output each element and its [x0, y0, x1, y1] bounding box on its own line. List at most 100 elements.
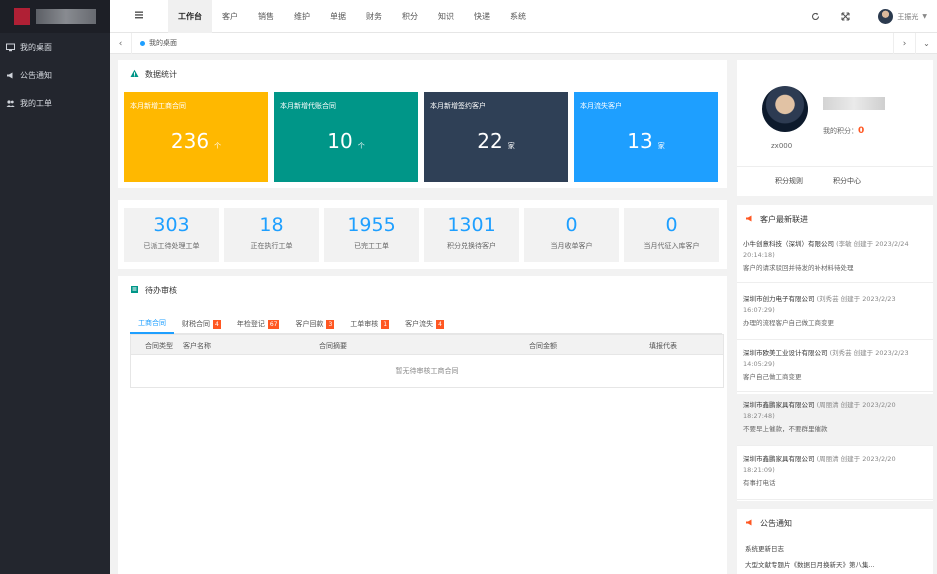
column-header[interactable]: 合同金额 — [529, 341, 557, 351]
grid-icon[interactable] — [134, 10, 144, 20]
notice-item[interactable]: 大型文献专题片《数据日月换新天》第八集... — [745, 559, 875, 569]
logo[interactable] — [0, 0, 110, 33]
count-pending-workorders[interactable]: 303 已派工待处理工单 — [124, 208, 219, 262]
tab-label: 我的桌面 — [149, 39, 177, 47]
score-label: 我的积分： — [823, 127, 858, 135]
top-nav-documents[interactable]: 单据 — [320, 0, 356, 33]
tab-customer-churn[interactable]: 客户流失 4 — [397, 314, 452, 334]
stat-card-new-customers[interactable]: 本月新增签约客户 22 家 — [424, 92, 568, 182]
points-center-link[interactable]: 积分中心 — [833, 176, 861, 186]
count-value: 1301 — [447, 214, 496, 236]
count-label: 积分兑换待客户 — [447, 242, 496, 250]
book-icon — [130, 285, 139, 296]
count-month-tax-collected[interactable]: 0 当月代征入库客户 — [624, 208, 719, 262]
chevron-down-icon[interactable]: ⌄ — [915, 33, 937, 54]
tab-customer-payment[interactable]: 客户回款 3 — [287, 314, 342, 334]
top-nav-customer[interactable]: 客户 — [212, 0, 248, 33]
user-name[interactable]: 王振光 — [897, 12, 918, 22]
count-points-exchange[interactable]: 1301 积分兑换待客户 — [424, 208, 519, 262]
avatar[interactable] — [762, 86, 808, 132]
score-value: 0 — [858, 126, 865, 136]
tab-annual-inspection[interactable]: 年检登记 67 — [229, 314, 288, 334]
count-month-collected[interactable]: 0 当月收单客户 — [524, 208, 619, 262]
company-name[interactable]: 深圳市创力电子有限公司 — [743, 295, 815, 303]
top-nav-finance[interactable]: 财务 — [356, 0, 392, 33]
sidebar-item-workorders[interactable]: 我的工单 — [0, 89, 110, 117]
count-finished-workorders[interactable]: 1955 已完工工单 — [324, 208, 419, 262]
points-rules-link[interactable]: 积分规则 — [775, 176, 803, 186]
count-value: 0 — [565, 214, 578, 236]
count-badge: 67 — [267, 319, 280, 329]
company-name[interactable]: 小牛创意科技（深圳）有限公司 — [743, 240, 834, 248]
stat-card-accounting-contracts[interactable]: 本月新增代账合同 10 个 — [274, 92, 418, 182]
stat-label: 本月新增签约客户 — [430, 102, 486, 110]
top-nav-workbench[interactable]: 工作台 — [168, 0, 212, 33]
chevron-down-icon[interactable]: ▼ — [922, 13, 927, 20]
count-value: 1955 — [347, 214, 396, 236]
fullscreen-icon[interactable] — [830, 12, 860, 21]
desktop-icon — [6, 43, 15, 52]
stat-value: 22 家 — [477, 129, 515, 153]
panel-header: 公告通知 — [745, 518, 792, 529]
list-item[interactable]: 深圳市欧美工业设计有限公司 (刘秀芸 创建于 2023/2/23 14:05:2… — [737, 342, 933, 392]
notice-item[interactable]: 系统更新日志 — [745, 543, 784, 553]
note-text: 客户自己做工商变更 — [743, 373, 802, 381]
tab-my-desktop[interactable]: 我的桌面 — [140, 38, 177, 48]
score: 我的积分：0 — [823, 126, 864, 136]
top-nav-express[interactable]: 快递 — [464, 0, 500, 33]
stat-value: 10 个 — [327, 129, 365, 153]
company-name[interactable]: 深圳市鑫鹏家具有限公司 — [743, 455, 815, 463]
pending-panel: 待办审核 工商合同 财税合同 4 年检登记 67 客户回款 3 工单审核 1 客户流失 4… — [118, 276, 727, 574]
sidebar-item-desktop[interactable]: 我的桌面 — [0, 33, 110, 61]
count-value: 18 — [259, 214, 284, 236]
top-nav-maintenance[interactable]: 维护 — [284, 0, 320, 33]
count-running-workorders[interactable]: 18 正在执行工单 — [224, 208, 319, 262]
stat-card-business-contracts[interactable]: 本月新增工商合同 236 个 — [124, 92, 268, 182]
logo-text-blurred — [36, 9, 96, 24]
company-name[interactable]: 深圳市鑫鹏家具有限公司 — [743, 401, 815, 409]
table-header: 合同类型 客户名称 合同摘要 合同金额 填报代表 — [131, 335, 723, 355]
list-item[interactable]: 深圳市鑫鹏家具有限公司 (周丽清 创建于 2023/2/20 18:21:09)… — [737, 448, 933, 500]
stat-card-lost-customers[interactable]: 本月流失客户 13 家 — [574, 92, 718, 182]
top-nav-knowledge[interactable]: 知识 — [428, 0, 464, 33]
avatar[interactable] — [878, 9, 894, 24]
count-label: 已派工待处理工单 — [143, 242, 200, 250]
list-item[interactable]: 深圳市鑫鹏家具有限公司 (周丽清 创建于 2023/2/20 18:27:48)… — [737, 394, 933, 446]
sidebar: 我的桌面 公告通知 我的工单 — [0, 0, 110, 574]
refresh-icon[interactable] — [800, 12, 830, 21]
sidebar-item-notice[interactable]: 公告通知 — [0, 61, 110, 89]
chevron-right-icon[interactable]: › — [893, 33, 915, 54]
stat-label: 本月新增工商合同 — [130, 102, 186, 110]
column-header[interactable]: 合同摘要 — [319, 341, 347, 351]
panel-title: 公告通知 — [760, 519, 792, 528]
top-bar: 工作台 客户 销售 维护 单据 财务 积分 知识 快递 系统 王振光 ▼ — [110, 0, 937, 33]
chevron-left-icon[interactable]: ‹ — [110, 33, 132, 54]
company-name[interactable]: 深圳市欧美工业设计有限公司 — [743, 349, 828, 357]
username: zx000 — [771, 142, 793, 150]
column-header[interactable]: 合同类型 — [145, 341, 173, 351]
megaphone-icon — [6, 71, 15, 80]
pending-table: 合同类型 客户名称 合同摘要 合同金额 填报代表 暂无待审核工商合同 — [130, 334, 724, 388]
sidebar-item-label: 公告通知 — [20, 70, 52, 80]
count-badge: 4 — [213, 319, 221, 329]
note-text: 办理的流程客户自己做工商变更 — [743, 319, 834, 327]
count-label: 正在执行工单 — [250, 242, 293, 250]
list-item[interactable]: 深圳市创力电子有限公司 (刘秀芸 创建于 2023/2/23 16:07:29)… — [737, 288, 933, 340]
count-value: 303 — [153, 214, 190, 236]
top-nav-sales[interactable]: 销售 — [248, 0, 284, 33]
list-item[interactable]: 小牛创意科技（深圳）有限公司 (李敏 创建于 2023/2/24 20:14:1… — [737, 233, 933, 283]
column-header[interactable]: 客户名称 — [183, 341, 211, 351]
top-nav-system[interactable]: 系统 — [500, 0, 536, 33]
warning-icon — [130, 69, 139, 80]
column-header[interactable]: 填报代表 — [649, 341, 677, 351]
tab-tax-contracts[interactable]: 财税合同 4 — [174, 314, 229, 334]
note-text: 有事打电话 — [743, 479, 776, 487]
sidebar-item-label: 我的桌面 — [20, 42, 52, 52]
name-blurred — [823, 97, 885, 110]
logo-mark — [14, 8, 30, 25]
panel-title: 待办审核 — [145, 286, 177, 295]
tab-business-contracts[interactable]: 工商合同 — [130, 314, 174, 334]
stat-label: 本月新增代账合同 — [280, 102, 336, 110]
top-nav-points[interactable]: 积分 — [392, 0, 428, 33]
tab-workorder-review[interactable]: 工单审核 1 — [342, 314, 397, 334]
